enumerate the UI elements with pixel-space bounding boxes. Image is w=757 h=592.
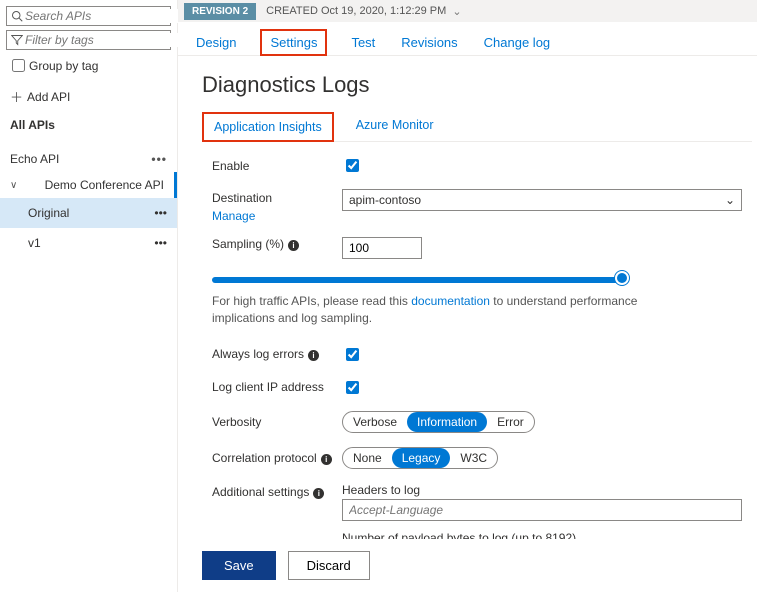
- documentation-link[interactable]: documentation: [411, 294, 490, 308]
- info-icon[interactable]: i: [321, 454, 332, 465]
- sampling-input[interactable]: [342, 237, 422, 259]
- info-icon[interactable]: i: [288, 240, 299, 251]
- api-label: Echo API: [10, 152, 59, 166]
- always-log-errors-checkbox[interactable]: [346, 348, 359, 361]
- chevron-down-icon[interactable]: ⌄: [452, 5, 461, 18]
- log-client-ip-checkbox[interactable]: [346, 381, 359, 394]
- chevron-down-icon: ⌄: [725, 193, 735, 207]
- api-subitem-original[interactable]: Original •••: [0, 198, 177, 228]
- tab-revisions[interactable]: Revisions: [399, 31, 459, 54]
- api-sub-label: v1: [28, 236, 41, 250]
- tab-test[interactable]: Test: [349, 31, 377, 54]
- page-title: Diagnostics Logs: [202, 72, 752, 98]
- revision-badge: REVISION 2: [184, 3, 256, 20]
- verbosity-information[interactable]: Information: [407, 412, 487, 432]
- sampling-label: Sampling (%)i: [212, 237, 342, 251]
- more-icon[interactable]: •••: [151, 152, 167, 166]
- filter-by-tags[interactable]: [6, 30, 171, 50]
- verbosity-label: Verbosity: [212, 415, 342, 429]
- api-subitem-v1[interactable]: v1 •••: [0, 228, 177, 258]
- payload-bytes-label: Number of payload bytes to log (up to 81…: [342, 531, 742, 539]
- headers-to-log-label: Headers to log: [342, 483, 742, 497]
- tab-changelog[interactable]: Change log: [482, 31, 553, 54]
- destination-select[interactable]: apim-contoso ⌄: [342, 189, 742, 211]
- plus-icon: ＋: [10, 87, 23, 106]
- footer-actions: Save Discard: [178, 539, 757, 592]
- verbosity-error[interactable]: Error: [487, 412, 534, 432]
- filter-input[interactable]: [23, 33, 184, 47]
- sampling-slider[interactable]: [212, 273, 622, 283]
- api-sub-label: Original: [28, 206, 69, 220]
- group-by-tag-checkbox[interactable]: [12, 59, 25, 72]
- save-button[interactable]: Save: [202, 551, 276, 580]
- add-api-label: Add API: [27, 90, 70, 104]
- search-apis[interactable]: [6, 6, 171, 26]
- always-log-errors-label: Always log errorsi: [212, 347, 342, 361]
- revision-created: CREATED Oct 19, 2020, 1:12:29 PM: [266, 5, 446, 17]
- all-apis-heading[interactable]: All APIs: [10, 118, 167, 132]
- group-by-tag-row[interactable]: Group by tag: [8, 56, 169, 75]
- search-input[interactable]: [23, 9, 184, 23]
- additional-settings-label: Additional settingsi: [212, 483, 342, 499]
- correlation-group: None Legacy W3C: [342, 447, 498, 469]
- manage-link[interactable]: Manage: [212, 209, 342, 223]
- correlation-none[interactable]: None: [343, 448, 392, 468]
- info-icon[interactable]: i: [308, 350, 319, 361]
- subtab-app-insights[interactable]: Application Insights: [202, 112, 334, 142]
- log-client-ip-label: Log client IP address: [212, 380, 342, 394]
- destination-label: Destination: [212, 191, 342, 205]
- sub-tabs: Application Insights Azure Monitor: [202, 112, 752, 142]
- destination-value: apim-contoso: [349, 193, 421, 207]
- tab-design[interactable]: Design: [194, 31, 238, 54]
- headers-to-log-input[interactable]: [342, 499, 742, 521]
- verbosity-verbose[interactable]: Verbose: [343, 412, 407, 432]
- correlation-label: Correlation protocoli: [212, 451, 342, 465]
- group-by-tag-label: Group by tag: [29, 59, 98, 73]
- more-icon[interactable]: •••: [154, 236, 167, 250]
- correlation-legacy[interactable]: Legacy: [392, 448, 451, 468]
- filter-icon: [11, 33, 23, 47]
- api-item-demo-conference[interactable]: Demo Conference API: [0, 172, 177, 198]
- sidebar: Group by tag ＋ Add API All APIs Echo API…: [0, 0, 178, 592]
- api-item-echo[interactable]: Echo API •••: [0, 146, 177, 172]
- add-api-button[interactable]: ＋ Add API: [10, 87, 167, 106]
- verbosity-group: Verbose Information Error: [342, 411, 535, 433]
- subtab-azure-monitor[interactable]: Azure Monitor: [354, 112, 436, 141]
- more-icon[interactable]: •••: [154, 206, 167, 220]
- enable-label: Enable: [212, 159, 342, 173]
- tab-settings[interactable]: Settings: [260, 29, 327, 56]
- enable-checkbox[interactable]: [346, 159, 359, 172]
- api-label: Demo Conference API: [45, 178, 164, 192]
- discard-button[interactable]: Discard: [288, 551, 370, 580]
- top-tabs: Design Settings Test Revisions Change lo…: [178, 22, 757, 56]
- revision-bar: REVISION 2 CREATED Oct 19, 2020, 1:12:29…: [178, 0, 757, 22]
- search-icon: [11, 9, 23, 23]
- main-panel: REVISION 2 CREATED Oct 19, 2020, 1:12:29…: [178, 0, 757, 592]
- correlation-w3c[interactable]: W3C: [450, 448, 497, 468]
- info-icon[interactable]: i: [313, 488, 324, 499]
- sampling-help: For high traffic APIs, please read this …: [212, 293, 652, 327]
